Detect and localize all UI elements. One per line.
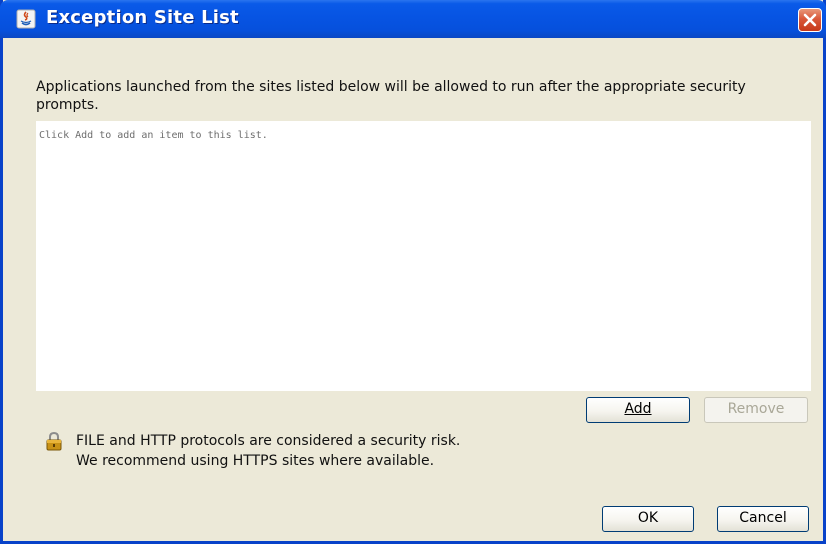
remove-button-label: Remove bbox=[727, 401, 785, 417]
title-bar[interactable]: Exception Site List bbox=[0, 0, 826, 38]
add-button[interactable]: Add bbox=[586, 397, 690, 423]
lock-icon bbox=[46, 431, 62, 451]
window-title: Exception Site List bbox=[46, 7, 239, 28]
cancel-button[interactable]: Cancel bbox=[717, 506, 809, 532]
list-placeholder: Click Add to add an item to this list. bbox=[39, 130, 268, 141]
exception-site-list-dialog: Exception Site List Applications launche… bbox=[0, 0, 826, 544]
close-button[interactable] bbox=[798, 8, 822, 32]
ok-button-label: OK bbox=[637, 510, 659, 526]
ok-button[interactable]: OK bbox=[602, 506, 694, 532]
add-button-label: Add bbox=[624, 401, 652, 417]
site-list[interactable]: Click Add to add an item to this list. bbox=[36, 121, 811, 391]
java-icon bbox=[16, 9, 36, 29]
warning-line-1: FILE and HTTP protocols are considered a… bbox=[76, 433, 461, 449]
instruction-text: Applications launched from the sites lis… bbox=[36, 79, 746, 113]
warning-line-2: We recommend using HTTPS sites where ava… bbox=[76, 453, 435, 469]
cancel-button-label: Cancel bbox=[739, 510, 787, 526]
security-warning: FILE and HTTP protocols are considered a… bbox=[76, 431, 460, 471]
close-icon bbox=[803, 13, 817, 27]
remove-button[interactable]: Remove bbox=[704, 397, 808, 423]
